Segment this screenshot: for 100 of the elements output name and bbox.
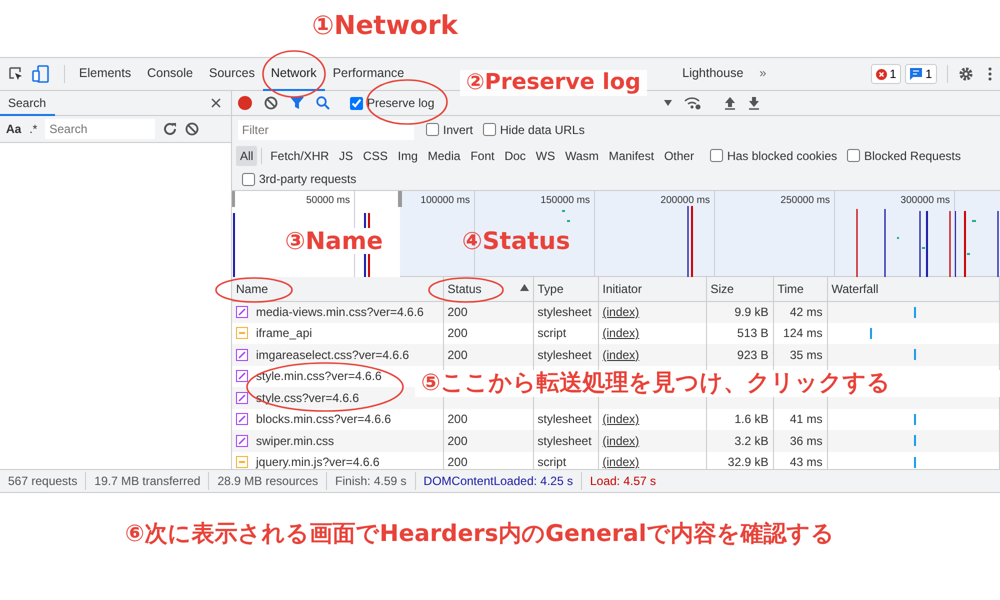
checkbox-label[interactable]: Blocked Requests: [864, 146, 961, 164]
checkbox[interactable]: [426, 123, 439, 136]
column-header[interactable]: Waterfall: [827, 277, 1000, 301]
tab[interactable]: Console: [139, 58, 201, 90]
upload-icon[interactable]: [724, 96, 736, 110]
request-time: 124 ms: [783, 326, 822, 340]
tab[interactable]: Elements: [71, 58, 140, 90]
checkbox-label[interactable]: Invert: [443, 120, 474, 138]
transfer-size: 9.9 kB: [734, 305, 768, 319]
transfer-size: 923 B: [737, 348, 768, 362]
resource-type: script: [538, 455, 566, 469]
match-case-toggle[interactable]: Aa: [6, 120, 22, 138]
clear-icon[interactable]: [264, 96, 278, 110]
tab[interactable]: Sources: [200, 58, 263, 90]
checkbox[interactable]: [242, 172, 255, 186]
tab[interactable]: Lighthouse: [674, 58, 752, 90]
status-code: 200: [448, 434, 468, 448]
type-filter-button[interactable]: Other: [660, 146, 698, 166]
search-icon[interactable]: [316, 96, 330, 110]
stylesheet-file-icon: [236, 392, 248, 404]
settings-icon[interactable]: [958, 66, 974, 82]
checkbox-label[interactable]: Preserve log: [367, 94, 434, 112]
record-icon[interactable]: [238, 96, 252, 110]
column-header[interactable]: Name: [232, 277, 443, 301]
file-name[interactable]: jquery.min.js?ver=4.6.6: [256, 453, 380, 469]
checkbox[interactable]: [710, 149, 724, 162]
step-instruction: ⑥次に表示される画面でHearders内のGeneralで内容を確認する: [125, 522, 834, 548]
type-filter-button[interactable]: Fetch/XHR: [266, 146, 334, 166]
callout-label: ③Name: [285, 228, 383, 254]
error-icon: [876, 68, 887, 80]
request-time: 42 ms: [790, 305, 822, 319]
type-filter-button[interactable]: WS: [532, 146, 560, 166]
initiator-link[interactable]: (index): [602, 455, 640, 469]
resource-type: stylesheet: [538, 412, 592, 426]
dropdown-caret-icon[interactable]: [664, 100, 672, 106]
column-header[interactable]: Time: [773, 277, 827, 301]
callout-label: ①Network: [312, 12, 458, 41]
request-time: 35 ms: [790, 348, 822, 362]
filter-field[interactable]: Filter: [238, 120, 414, 140]
error-count-button[interactable]: 1: [870, 64, 902, 84]
checkbox-label[interactable]: 3rd-party requests: [259, 170, 356, 188]
checkbox[interactable]: [847, 149, 860, 162]
more-tabs-button[interactable]: »: [751, 58, 774, 90]
file-name[interactable]: style.min.css?ver=4.6.6: [256, 367, 382, 386]
checkbox[interactable]: [483, 123, 496, 136]
network-conditions-icon[interactable]: [684, 96, 702, 110]
status-text: 567 requests: [0, 472, 86, 490]
type-filter-button[interactable]: Wasm: [561, 146, 603, 166]
type-filter-button[interactable]: Manifest: [604, 146, 658, 166]
file-name[interactable]: iframe_api: [256, 324, 312, 342]
initiator-link[interactable]: (index): [602, 326, 640, 340]
device-toolbar-icon[interactable]: [32, 65, 50, 83]
type-filter-button[interactable]: Media: [424, 146, 464, 166]
resource-type: script: [538, 326, 566, 340]
resource-type: stylesheet: [538, 305, 592, 319]
refresh-icon[interactable]: [163, 122, 178, 136]
resource-type: stylesheet: [538, 434, 592, 448]
script-file-icon: [236, 327, 248, 340]
stylesheet-file-icon: [236, 370, 248, 382]
tab[interactable]: Performance: [324, 58, 412, 90]
status-code: 200: [448, 348, 468, 362]
type-filter-button[interactable]: All: [236, 146, 258, 166]
type-filter-button[interactable]: Font: [466, 146, 498, 166]
column-header[interactable]: Type: [533, 277, 598, 301]
status-text: DOMContentLoaded: 4.25 s: [416, 472, 582, 490]
filter-icon[interactable]: [290, 96, 304, 110]
request-time: 41 ms: [790, 412, 822, 426]
request-time: 43 ms: [790, 455, 822, 469]
column-header[interactable]: Status: [443, 277, 533, 301]
search-field[interactable]: Search: [45, 119, 156, 139]
checkbox-label[interactable]: Hide data URLs: [500, 120, 585, 138]
status-code: 200: [448, 305, 468, 319]
column-header[interactable]: Size: [706, 277, 773, 301]
clear-icon[interactable]: [185, 122, 200, 136]
transfer-size: 3.2 kB: [734, 434, 768, 448]
close-icon[interactable]: [211, 98, 221, 108]
more-options-icon[interactable]: [988, 66, 992, 82]
checkbox-label[interactable]: Has blocked cookies: [727, 146, 838, 164]
download-icon[interactable]: [748, 96, 760, 110]
status-text: 28.9 MB resources: [209, 472, 328, 490]
request-time: 36 ms: [790, 434, 822, 448]
step-instruction: ⑤ここから転送処理を見つけ、クリックする: [415, 370, 1000, 398]
status-text: Load: 4.57 s: [588, 473, 658, 490]
file-name[interactable]: blocks.min.css?ver=4.6.6: [256, 410, 392, 428]
checkbox[interactable]: [350, 96, 363, 110]
transfer-size: 1.6 kB: [734, 412, 768, 426]
stylesheet-file-icon: [236, 348, 248, 361]
regex-toggle[interactable]: .*: [29, 120, 38, 138]
status-text: 19.7 MB transferred: [86, 472, 210, 490]
type-filter-button[interactable]: CSS: [359, 146, 392, 166]
type-filter-button[interactable]: JS: [335, 146, 358, 166]
message-count-button[interactable]: 1: [905, 64, 937, 84]
status-code: 200: [448, 412, 468, 426]
type-filter-button[interactable]: Img: [394, 146, 422, 166]
initiator-link[interactable]: (index): [602, 412, 640, 426]
inspect-icon[interactable]: [8, 66, 24, 82]
transfer-size: 32.9 kB: [728, 455, 768, 469]
callout-label: ④Status: [462, 228, 570, 254]
column-header[interactable]: Initiator: [598, 277, 706, 301]
type-filter-button[interactable]: Doc: [500, 146, 530, 166]
